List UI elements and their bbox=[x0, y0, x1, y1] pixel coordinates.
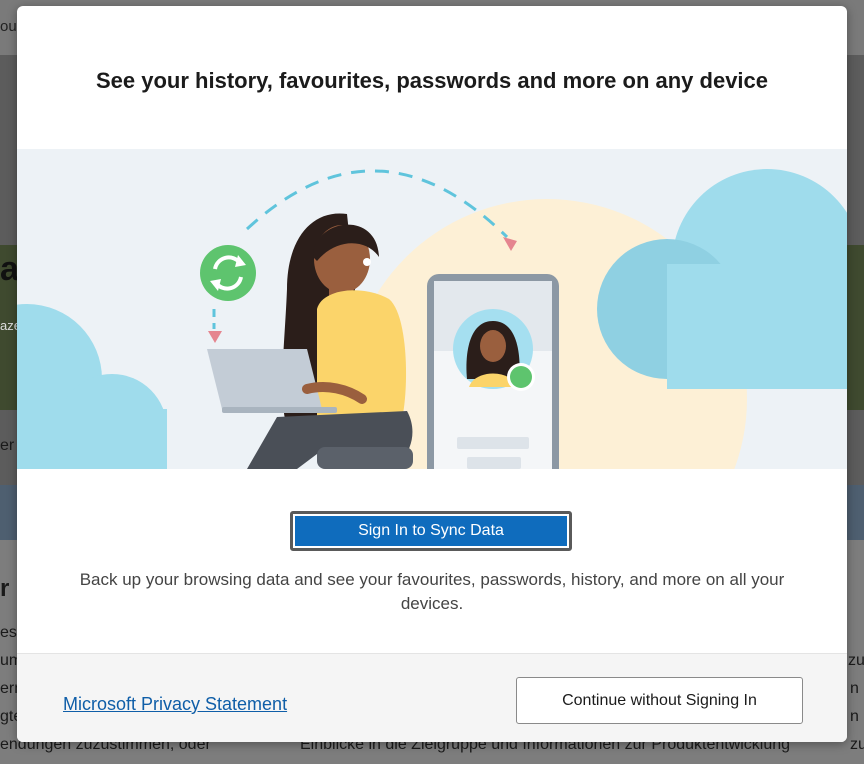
background-text: zu bbox=[850, 736, 864, 753]
laptop-icon bbox=[207, 349, 322, 409]
sync-dialog: See your history, favourites, passwords … bbox=[17, 6, 847, 742]
dialog-footer: Microsoft Privacy Statement Continue wit… bbox=[17, 653, 847, 742]
dialog-description: Back up your browsing data and see your … bbox=[79, 570, 785, 613]
sync-illustration bbox=[17, 149, 847, 469]
sync-illustration-svg bbox=[17, 169, 847, 469]
cloud-left-icon bbox=[17, 304, 167, 469]
sign-in-sync-button[interactable]: Sign In to Sync Data bbox=[290, 511, 572, 551]
sign-in-sync-button-label: Sign In to Sync Data bbox=[295, 516, 567, 546]
background-text: n bbox=[850, 708, 859, 725]
sync-icon bbox=[200, 245, 256, 301]
continue-without-signing-in-button[interactable]: Continue without Signing In bbox=[516, 677, 803, 724]
background-text: n bbox=[850, 680, 859, 697]
background-text: er bbox=[0, 437, 15, 454]
privacy-statement-link[interactable]: Microsoft Privacy Statement bbox=[63, 694, 287, 715]
phone-illustration bbox=[427, 274, 559, 469]
background-hero-image-right bbox=[846, 245, 864, 410]
background-text: zu bbox=[848, 652, 864, 669]
arrow-head-icon bbox=[208, 331, 222, 343]
background-header-text: ou bbox=[0, 18, 17, 35]
dialog-title: See your history, favourites, passwords … bbox=[95, 68, 769, 93]
cloud-right-icon bbox=[597, 169, 847, 389]
